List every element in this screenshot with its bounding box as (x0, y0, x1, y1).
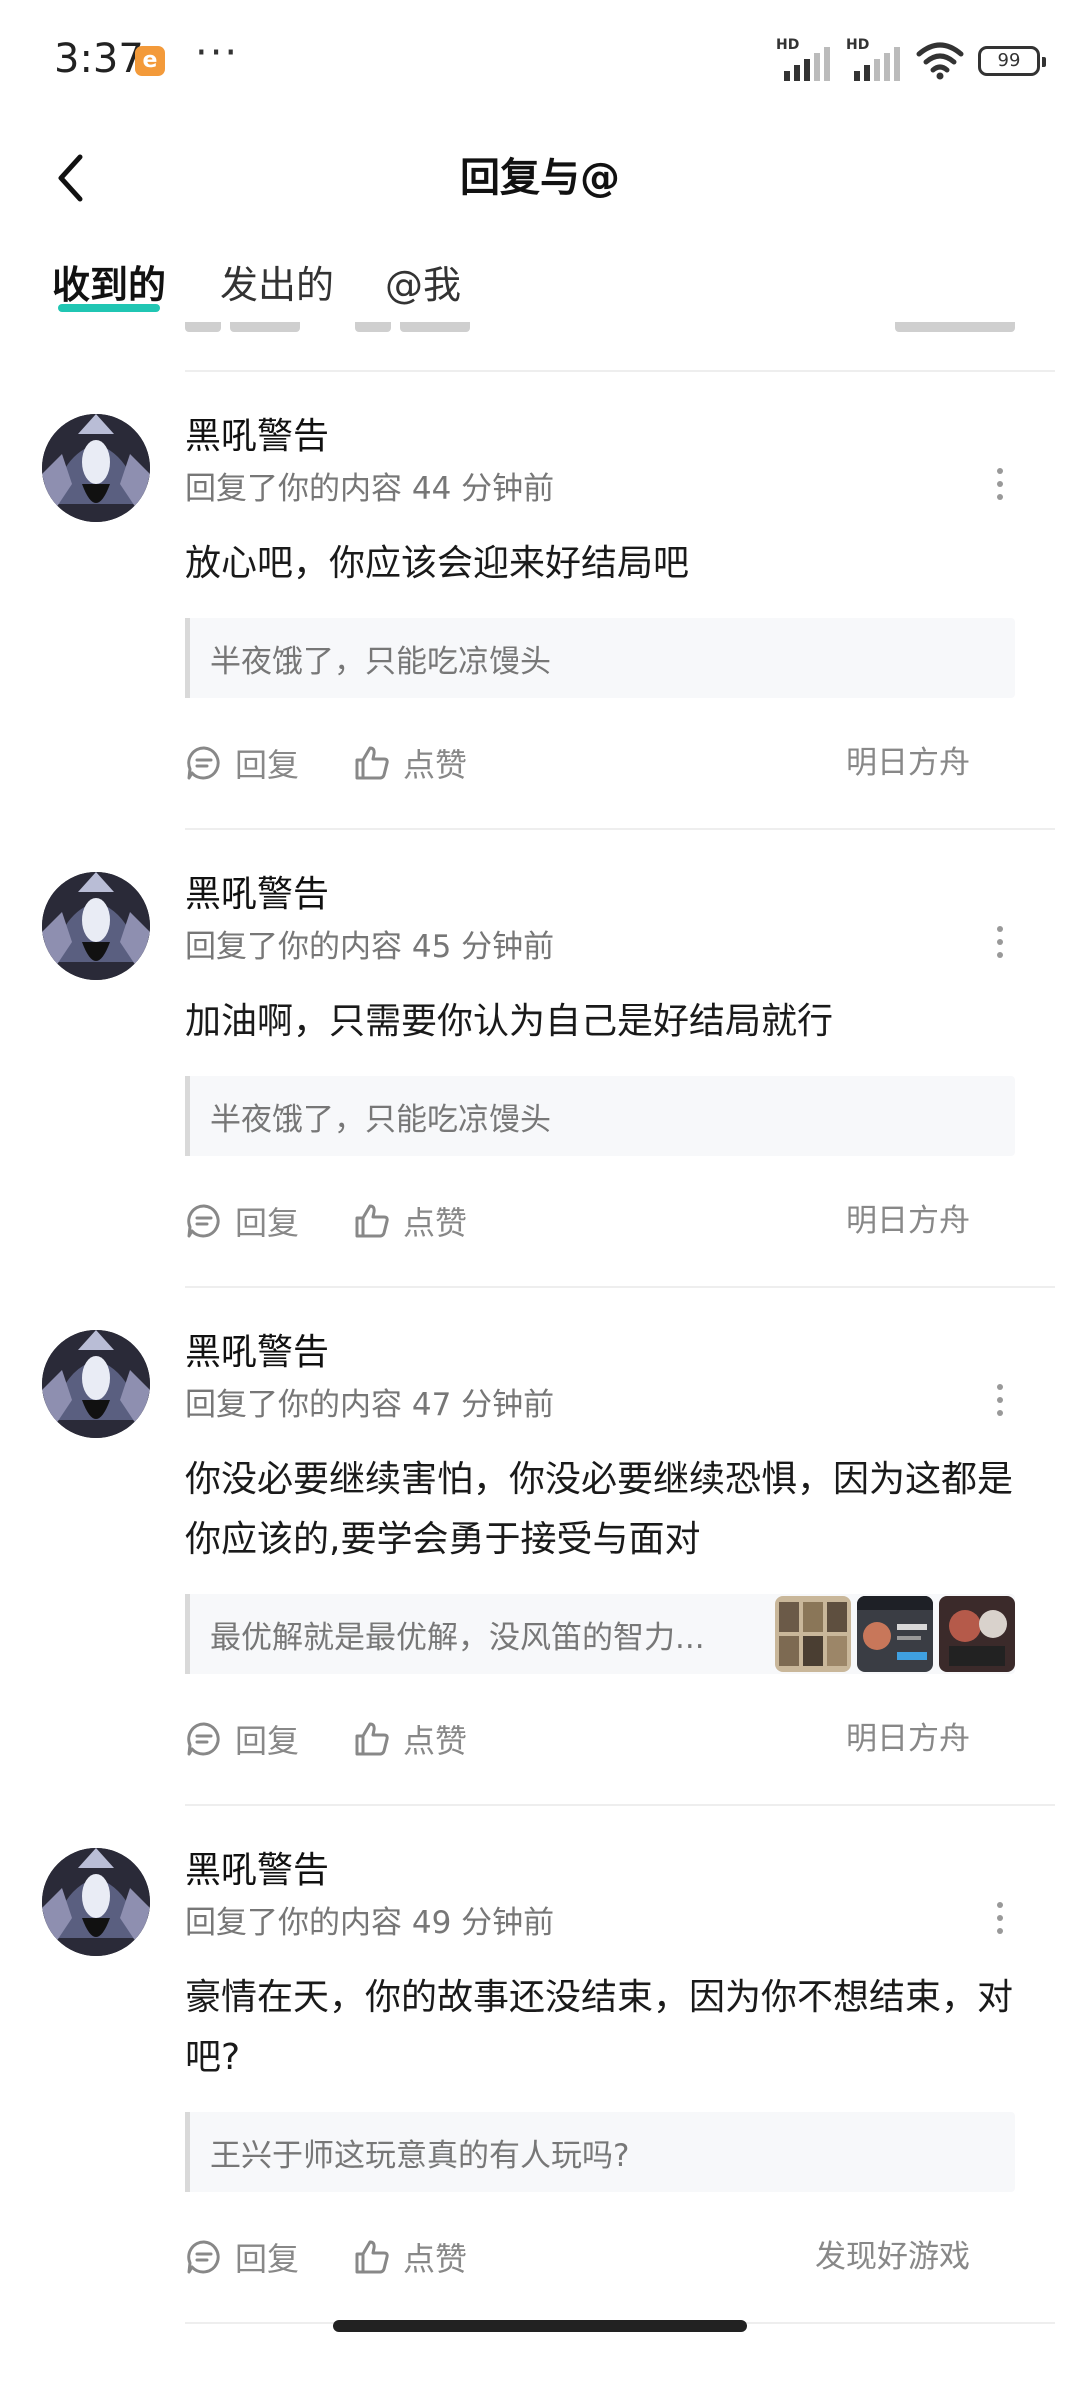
quoted-post-text: 半夜饿了，只能吃凉馒头 (210, 1101, 551, 1138)
user-name[interactable]: 黑吼警告 (185, 412, 1015, 462)
quoted-post[interactable]: 最优解就是最优解，没风笛的智力... (185, 1594, 1015, 1674)
home-indicator[interactable] (333, 2320, 747, 2332)
like-button[interactable]: 点赞 (353, 1716, 467, 1762)
comment-icon (187, 2240, 220, 2274)
reply-content[interactable]: 你没必要继续害怕，你没必要继续恐惧，因为这都是你应该的,要学会勇于接受与面对 (185, 1450, 1015, 1570)
game-tag[interactable]: 明日方舟 (846, 1156, 970, 1286)
reply-meta: 回复了你的内容 47 分钟前 (185, 1387, 555, 1423)
list-item[interactable]: 黑吼警告 回复了你的内容 44 分钟前 放心吧，你应该会迎来好结局吧 半夜饿了，… (0, 372, 1080, 828)
thumbs-up-icon (355, 2240, 389, 2274)
reply-button[interactable]: 回复 (185, 740, 299, 786)
like-button[interactable]: 点赞 (353, 740, 467, 786)
status-bar: 3:37 e ··· HD HD 99 (0, 0, 1080, 120)
more-options-button[interactable] (980, 1888, 1020, 1948)
quoted-post-text: 王兴于师这玩意真的有人玩吗? (210, 2137, 630, 2174)
reply-button[interactable]: 回复 (185, 2234, 299, 2280)
action-row: 回复 点赞 明日方舟 (185, 1674, 1015, 1804)
avatar[interactable] (42, 1330, 150, 1438)
more-notifications-icon: ··· (195, 30, 240, 76)
reply-button[interactable]: 回复 (185, 1198, 299, 1244)
quoted-post-thumbnails (775, 1594, 1015, 1674)
avatar[interactable] (42, 1848, 150, 1956)
thumbs-up-icon (355, 1204, 389, 1238)
tab-mentions[interactable]: @我 (385, 250, 461, 320)
avatar[interactable] (42, 414, 150, 522)
user-name[interactable]: 黑吼警告 (185, 870, 1015, 920)
reply-content[interactable]: 放心吧，你应该会迎来好结局吧 (185, 534, 1015, 594)
quoted-post-text: 半夜饿了，只能吃凉馒头 (210, 643, 551, 680)
quoted-post[interactable]: 王兴于师这玩意真的有人玩吗? (185, 2112, 1015, 2192)
reply-content[interactable]: 豪情在天，你的故事还没结束，因为你不想结束，对吧? (185, 1968, 1015, 2088)
quoted-post[interactable]: 半夜饿了，只能吃凉馒头 (185, 618, 1015, 698)
cellular-signal-icon-2: HD (846, 37, 902, 81)
battery-icon: 99 (978, 46, 1046, 76)
thumbnail-image (775, 1596, 851, 1672)
reply-meta: 回复了你的内容 44 分钟前 (185, 471, 555, 507)
status-indicators: HD HD 99 (776, 37, 1046, 82)
cellular-signal-icon: HD (776, 37, 832, 81)
tab-sent[interactable]: 发出的 (220, 250, 334, 320)
comment-icon (187, 746, 220, 780)
app-notification-icon: e (135, 46, 165, 76)
reply-meta: 回复了你的内容 49 分钟前 (185, 1905, 555, 1941)
thumbnail-image (857, 1596, 933, 1672)
reply-content[interactable]: 加油啊，只需要你认为自己是好结局就行 (185, 992, 1015, 1052)
list-item[interactable]: 黑吼警告 回复了你的内容 49 分钟前 豪情在天，你的故事还没结束，因为你不想结… (0, 1806, 1080, 2322)
status-time: 3:37 (54, 36, 144, 82)
game-tag[interactable]: 明日方舟 (846, 698, 970, 828)
list-item[interactable]: 黑吼警告 回复了你的内容 45 分钟前 加油啊，只需要你认为自己是好结局就行 半… (0, 830, 1080, 1286)
tab-bar: 收到的 发出的 @我 (0, 240, 1080, 332)
page-title: 回复与@ (460, 155, 620, 201)
game-tag[interactable]: 发现好游戏 (815, 2192, 970, 2322)
quoted-post-text: 最优解就是最优解，没风笛的智力... (210, 1619, 705, 1656)
action-row: 回复 点赞 发现好游戏 (185, 2192, 1015, 2322)
more-options-button[interactable] (980, 454, 1020, 514)
user-name[interactable]: 黑吼警告 (185, 1328, 1015, 1378)
top-app-bar: 回复与@ (0, 120, 1080, 240)
reply-button[interactable]: 回复 (185, 1716, 299, 1762)
thumbs-up-icon (355, 746, 389, 780)
tab-received[interactable]: 收到的 (52, 250, 166, 320)
comment-icon (187, 1722, 220, 1756)
avatar[interactable] (42, 872, 150, 980)
more-options-button[interactable] (980, 1370, 1020, 1430)
reply-list: 黑吼警告 回复了你的内容 44 分钟前 放心吧，你应该会迎来好结局吧 半夜饿了，… (0, 370, 1080, 2324)
like-button[interactable]: 点赞 (353, 2234, 467, 2280)
more-options-button[interactable] (980, 912, 1020, 972)
list-item[interactable]: 黑吼警告 回复了你的内容 47 分钟前 你没必要继续害怕，你没必要继续恐惧，因为… (0, 1288, 1080, 1804)
reply-meta: 回复了你的内容 45 分钟前 (185, 929, 555, 965)
wifi-icon (916, 42, 964, 80)
quoted-post[interactable]: 半夜饿了，只能吃凉馒头 (185, 1076, 1015, 1156)
game-tag[interactable]: 明日方舟 (846, 1674, 970, 1804)
user-name[interactable]: 黑吼警告 (185, 1846, 1015, 1896)
comment-icon (187, 1204, 220, 1238)
action-row: 回复 点赞 明日方舟 (185, 698, 1015, 828)
like-button[interactable]: 点赞 (353, 1198, 467, 1244)
thumbs-up-icon (355, 1722, 389, 1756)
action-row: 回复 点赞 明日方舟 (185, 1156, 1015, 1286)
thumbnail-image (939, 1596, 1015, 1672)
scrolled-item-remnant (185, 322, 1055, 342)
